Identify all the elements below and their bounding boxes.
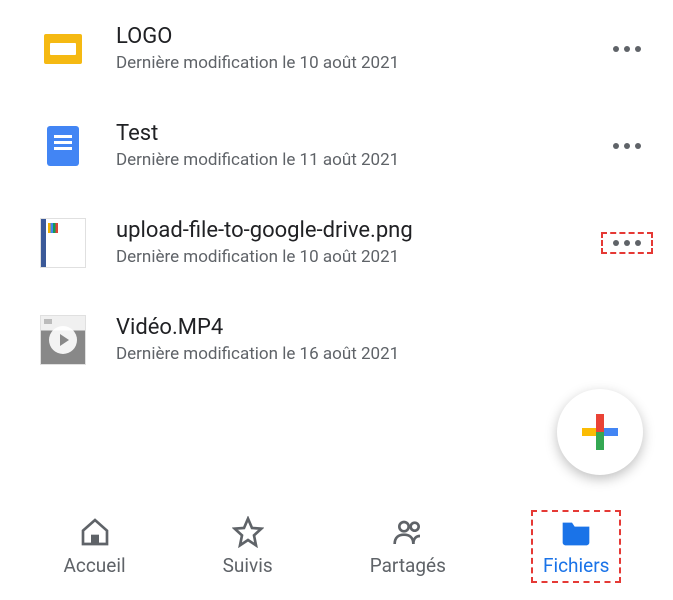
more-options-button[interactable] xyxy=(601,38,653,60)
file-item[interactable]: upload-file-to-google-drive.png Dernière… xyxy=(0,194,673,291)
file-list: LOGO Dernière modification le 10 août 20… xyxy=(0,0,673,388)
nav-starred[interactable]: Suivis xyxy=(211,510,285,583)
file-info: Test Dernière modification le 11 août 20… xyxy=(116,121,591,170)
nav-shared[interactable]: Partagés xyxy=(358,510,458,583)
file-item[interactable]: Vidéo.MP4 Dernière modification le 16 ao… xyxy=(0,291,673,388)
more-options-button[interactable] xyxy=(601,135,653,157)
star-icon xyxy=(232,516,264,548)
image-thumbnail-icon xyxy=(40,220,86,266)
nav-home[interactable]: Accueil xyxy=(52,510,138,583)
file-item[interactable]: Test Dernière modification le 11 août 20… xyxy=(0,97,673,194)
nav-label: Fichiers xyxy=(543,554,609,577)
file-name: Test xyxy=(116,121,591,146)
slides-icon xyxy=(40,26,86,72)
more-options-button[interactable] xyxy=(601,232,653,254)
people-icon xyxy=(392,516,424,548)
play-icon xyxy=(49,326,77,354)
file-meta: Dernière modification le 11 août 2021 xyxy=(116,150,591,170)
nav-label: Partagés xyxy=(370,554,446,577)
nav-label: Suivis xyxy=(223,554,273,577)
folder-icon xyxy=(560,516,592,548)
file-meta: Dernière modification le 16 août 2021 xyxy=(116,344,653,364)
add-button[interactable] xyxy=(557,389,643,475)
file-name: Vidéo.MP4 xyxy=(116,315,653,340)
file-meta: Dernière modification le 10 août 2021 xyxy=(116,247,591,267)
nav-label: Accueil xyxy=(64,554,126,577)
docs-icon xyxy=(40,123,86,169)
home-icon xyxy=(79,516,111,548)
plus-icon xyxy=(582,414,618,450)
file-item[interactable]: LOGO Dernière modification le 10 août 20… xyxy=(0,0,673,97)
bottom-nav: Accueil Suivis Partagés Fichiers xyxy=(0,500,673,600)
file-meta: Dernière modification le 10 août 2021 xyxy=(116,53,591,73)
file-info: Vidéo.MP4 Dernière modification le 16 ao… xyxy=(116,315,653,364)
file-info: upload-file-to-google-drive.png Dernière… xyxy=(116,218,591,267)
file-name: LOGO xyxy=(116,24,591,49)
file-info: LOGO Dernière modification le 10 août 20… xyxy=(116,24,591,73)
nav-files[interactable]: Fichiers xyxy=(531,510,621,583)
file-name: upload-file-to-google-drive.png xyxy=(116,218,591,243)
video-thumbnail-icon xyxy=(40,317,86,363)
